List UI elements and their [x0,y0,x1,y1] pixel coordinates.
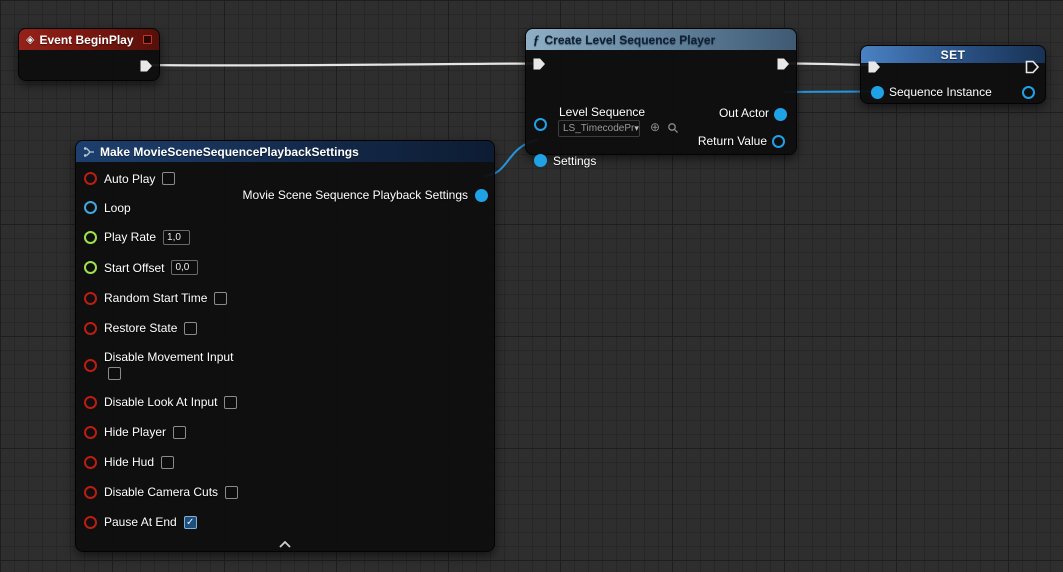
bool-pin-icon[interactable] [84,322,97,335]
pin-label: Loop [104,201,131,215]
object-pin-icon[interactable] [774,108,787,121]
make-output-row: Movie Scene Sequence Playback Settings [243,188,488,202]
node-header[interactable]: SET [861,46,1045,63]
pin-label: Return Value [698,134,767,148]
object-pin-icon[interactable] [534,118,547,131]
bool-pin-icon[interactable] [84,172,97,185]
node-header[interactable]: ƒ Create Level Sequence Player [526,29,796,50]
exec-output-pin-icon[interactable] [139,59,153,73]
bool-pin-icon[interactable] [84,292,97,305]
hide-hud-checkbox[interactable] [161,456,174,469]
pin-label: Start Offset [104,261,164,275]
make-input-row: Restore State [76,313,494,343]
pin-label: Play Rate [104,230,156,244]
make-struct-icon [83,146,95,158]
node-header[interactable]: Make MovieSceneSequencePlaybackSettings [76,141,494,162]
make-input-row: Disable Camera Cuts [76,477,494,507]
disable-movement-input-checkbox[interactable] [108,367,121,380]
level-sequence-value: LS_TimecodePr [563,123,634,134]
level-sequence-select[interactable]: LS_TimecodePr ▾ [558,120,640,137]
object-pin-icon[interactable] [1022,86,1035,99]
blueprint-graph-canvas[interactable]: ◈ Event BeginPlay ƒ Create Level Sequenc… [0,0,1063,572]
object-pin-icon[interactable] [534,154,547,167]
exec-input-pin-icon[interactable] [867,60,881,74]
chevron-down-icon: ▾ [634,123,639,134]
pin-label: Hide Hud [104,455,154,469]
pin-label: Movie Scene Sequence Playback Settings [243,188,468,202]
make-input-row: Disable Movement Input [76,343,494,387]
exec-output-pin-icon[interactable] [776,57,790,71]
collapse-chevron-icon[interactable] [273,538,297,550]
float-pin-icon[interactable] [84,231,97,244]
exec-wire-create-to-set [786,64,871,66]
auto-play-checkbox[interactable] [162,172,175,185]
node-set-sequence-instance[interactable]: SET Sequence Instance [860,45,1046,104]
make-input-rows: Auto Play Loop Play Rate Start Offset Random… [76,162,494,537]
pin-label: Out Actor [719,106,769,120]
bool-pin-icon[interactable] [84,359,97,372]
bool-pin-icon[interactable] [84,456,97,469]
pin-label: Pause At End [104,515,177,529]
pin-label: Restore State [104,321,177,335]
pin-label: Hide Player [104,425,166,439]
exec-input-pin-icon[interactable] [532,57,546,71]
pin-label: Disable Camera Cuts [104,485,218,499]
object-pin-icon[interactable] [772,135,785,148]
struct-pin-icon[interactable] [84,201,97,214]
bool-pin-icon[interactable] [84,486,97,499]
make-input-row: Random Start Time [76,283,494,313]
start-offset-input[interactable] [171,260,198,275]
pin-label: Random Start Time [104,291,207,305]
use-selected-asset-icon[interactable]: ⊕ [648,121,662,135]
make-input-row: Play Rate [76,222,494,252]
pin-label: Settings [553,154,596,168]
browse-asset-icon[interactable] [666,122,680,136]
pin-label: Auto Play [104,172,155,186]
node-title: Event BeginPlay [39,33,133,47]
hide-player-checkbox[interactable] [173,426,186,439]
pin-label: Level Sequence [559,105,645,119]
node-make-moviescenesequenceplaybacksettings[interactable]: Make MovieSceneSequencePlaybackSettings … [75,140,495,552]
node-title: Create Level Sequence Player [545,33,716,47]
bool-pin-icon[interactable] [84,426,97,439]
pin-label: Sequence Instance [889,85,992,99]
exec-wire-beginplay-to-create [149,64,536,66]
function-icon: ƒ [533,32,540,48]
make-input-row: Pause At End ✓ [76,507,494,537]
restore-state-checkbox[interactable] [184,322,197,335]
pause-at-end-checkbox[interactable]: ✓ [184,516,197,529]
bool-pin-icon[interactable] [84,396,97,409]
random-start-time-checkbox[interactable] [214,292,227,305]
object-pin-icon[interactable] [871,86,884,99]
float-pin-icon[interactable] [84,261,97,274]
node-header[interactable]: ◈ Event BeginPlay [19,29,159,50]
exec-output-pin-icon[interactable] [1025,60,1039,74]
object-pin-icon[interactable] [475,189,488,202]
delegate-pin-icon[interactable] [143,35,152,44]
node-title: SET [941,48,966,62]
make-input-row: Start Offset [76,252,494,283]
pin-label: Disable Look At Input [104,395,217,409]
bool-pin-icon[interactable] [84,516,97,529]
node-create-level-sequence-player[interactable]: ƒ Create Level Sequence Player Level Seq… [525,28,797,155]
make-input-row: Hide Hud [76,447,494,477]
play-rate-input[interactable] [163,230,190,245]
node-title: Make MovieSceneSequencePlaybackSettings [100,145,359,159]
disable-camera-cuts-checkbox[interactable] [225,486,238,499]
event-icon: ◈ [26,33,34,46]
disable-look-at-input-checkbox[interactable] [224,396,237,409]
make-input-row: Hide Player [76,417,494,447]
pin-label: Disable Movement Input [104,350,233,364]
node-event-beginplay[interactable]: ◈ Event BeginPlay [18,28,160,81]
make-input-row: Disable Look At Input [76,387,494,417]
